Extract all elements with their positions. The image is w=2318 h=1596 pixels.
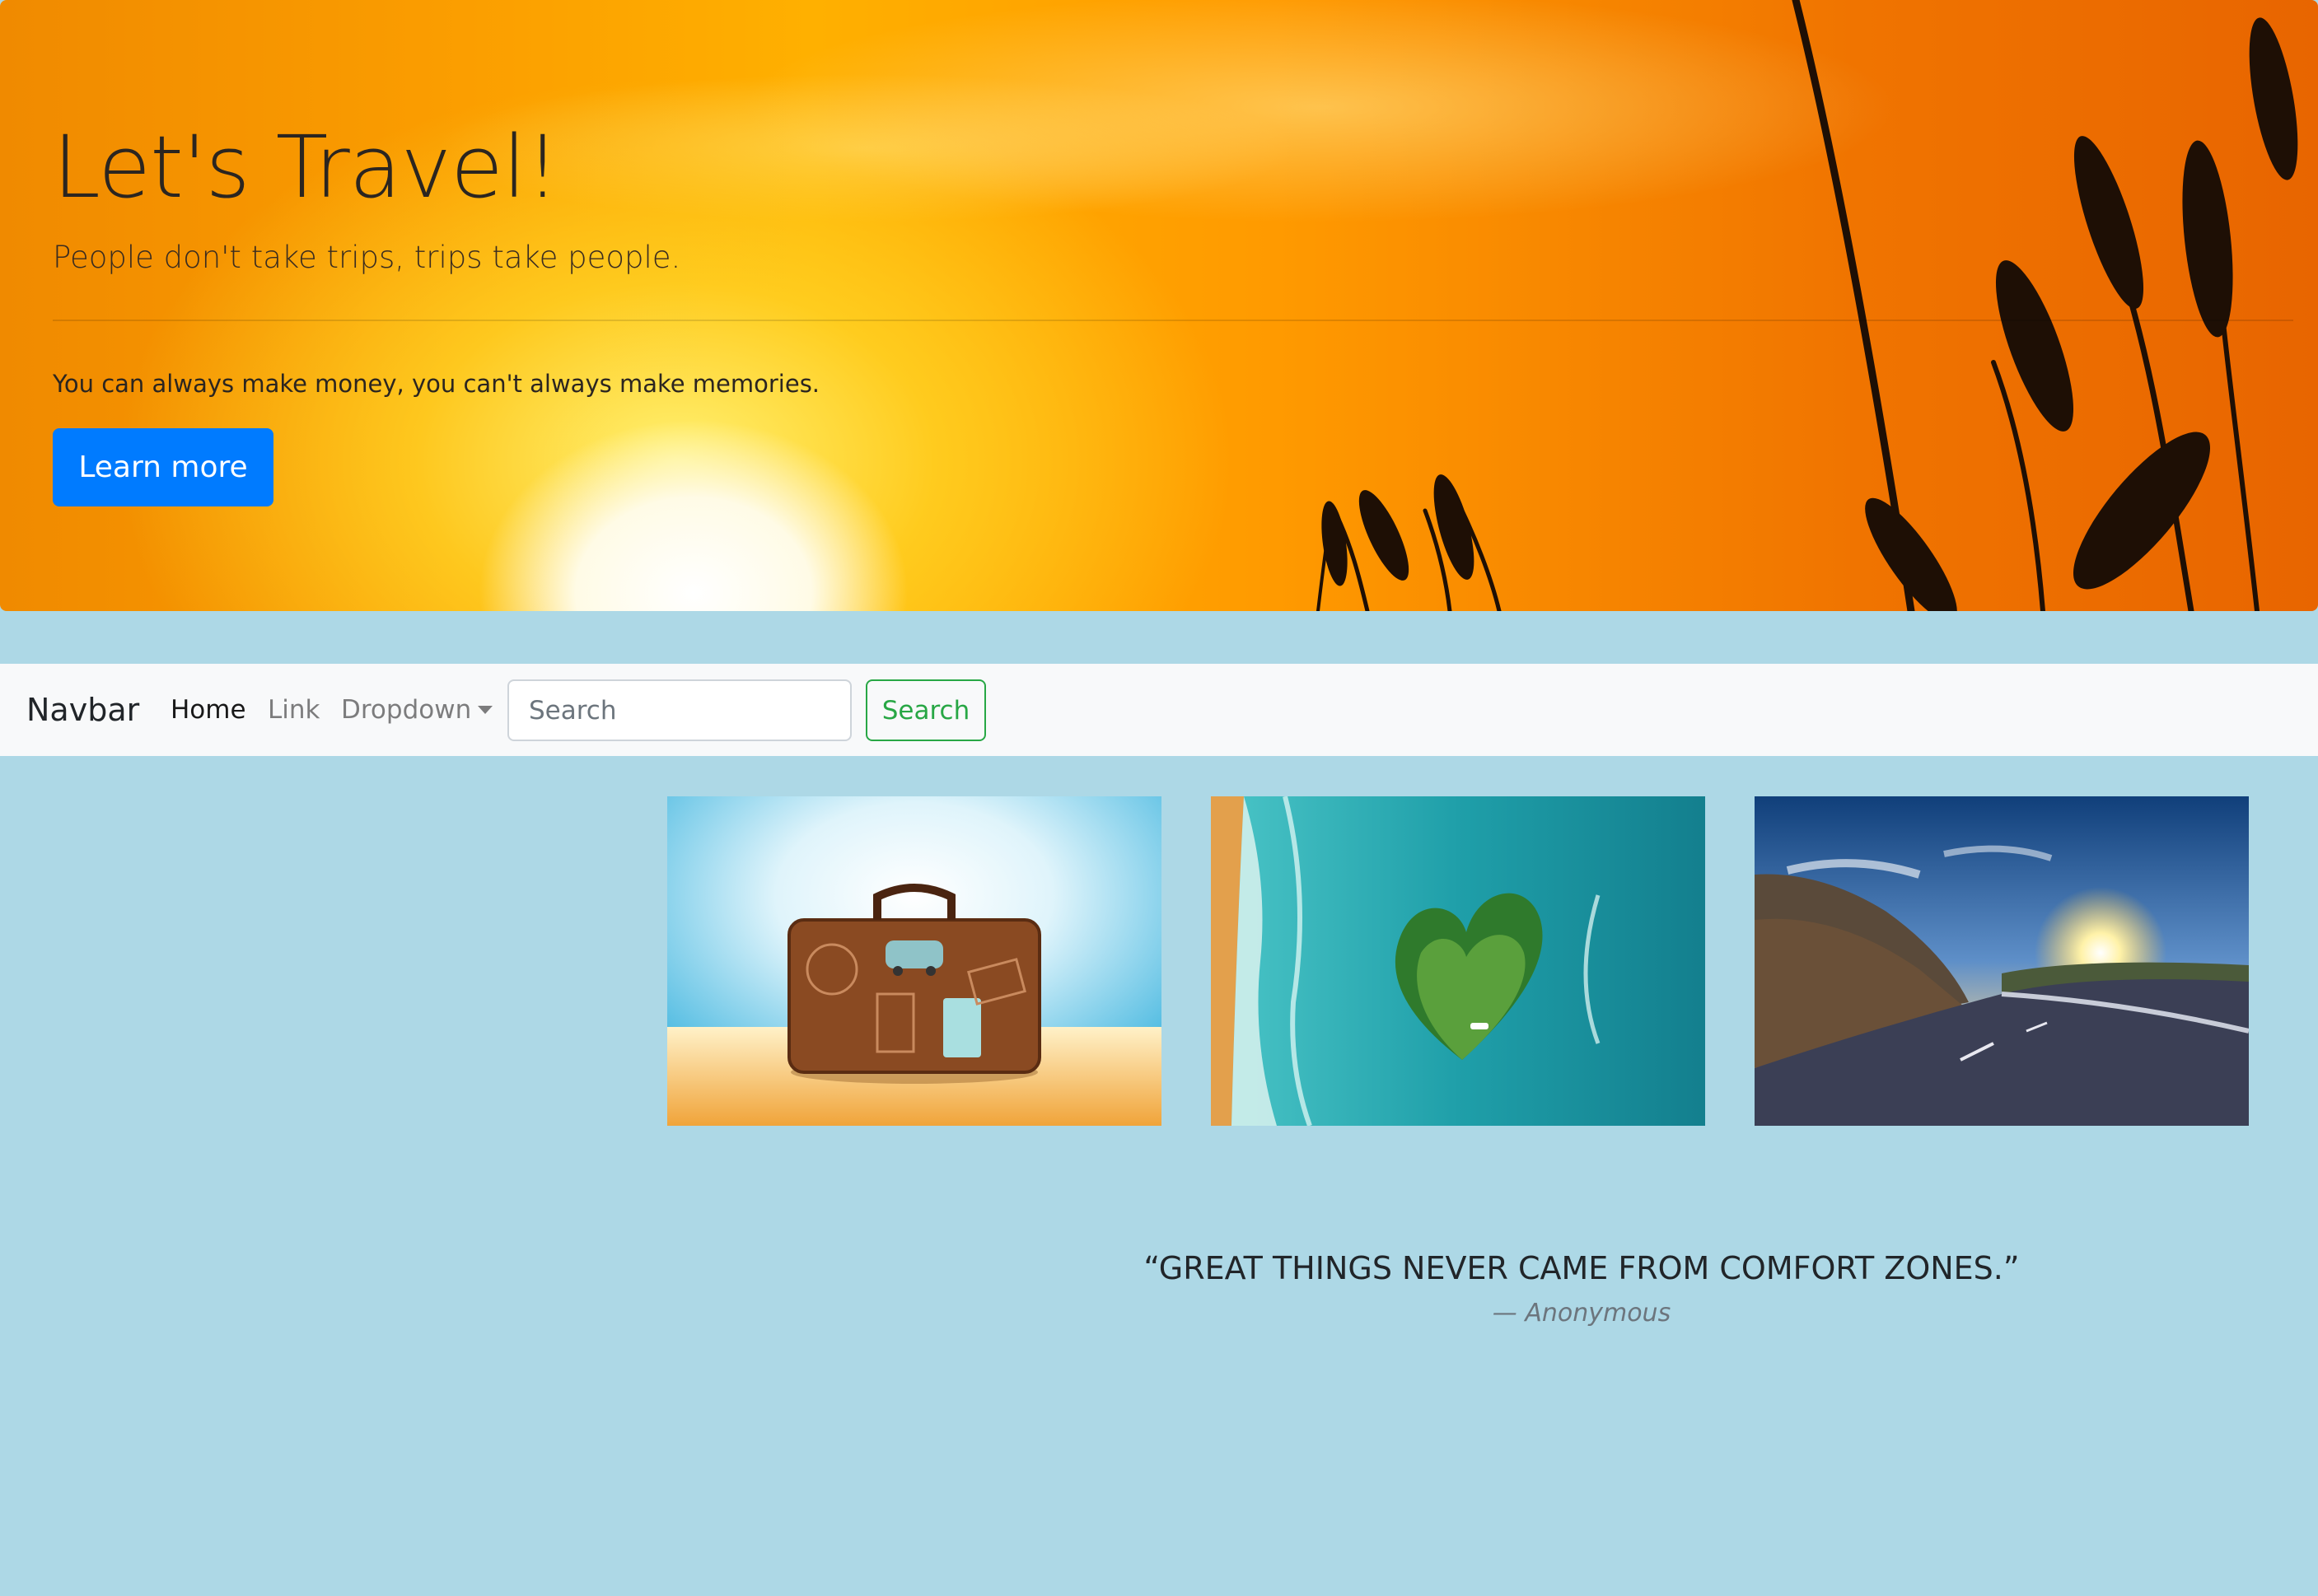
learn-more-button[interactable]: Learn more bbox=[53, 428, 273, 506]
jumbotron-lead: People don't take trips, trips take peop… bbox=[53, 240, 681, 275]
navbar-brand[interactable]: Navbar bbox=[26, 664, 139, 756]
nav-link-link[interactable]: Link bbox=[268, 664, 320, 756]
quote-author: — Anonymous bbox=[1492, 1299, 1671, 1328]
nav-dropdown-toggle[interactable]: Dropdown bbox=[341, 664, 471, 756]
jumbotron-text: You can always make money, you can't alw… bbox=[53, 370, 820, 398]
quote-block: “GREAT THINGS NEVER CAME FROM COMFORT ZO… bbox=[972, 1244, 2191, 1334]
gallery-image-road bbox=[1755, 796, 2249, 1126]
quote-text: “GREAT THINGS NEVER CAME FROM COMFORT ZO… bbox=[1143, 1250, 2020, 1286]
grass-silhouette-image bbox=[1316, 0, 2298, 611]
jumbotron: Let's Travel! People don't take trips, t… bbox=[0, 0, 2318, 611]
jumbotron-divider bbox=[53, 320, 2293, 321]
page-title: Let's Travel! bbox=[53, 117, 560, 217]
caret-down-icon[interactable] bbox=[478, 706, 493, 714]
search-input[interactable] bbox=[507, 679, 852, 741]
nav-link-home[interactable]: Home bbox=[171, 664, 246, 756]
navbar: Navbar Home Link Dropdown Search bbox=[0, 664, 2318, 756]
gallery-image-suitcase bbox=[667, 796, 1161, 1126]
search-button[interactable]: Search bbox=[866, 679, 986, 741]
gallery-image-island bbox=[1211, 796, 1705, 1126]
